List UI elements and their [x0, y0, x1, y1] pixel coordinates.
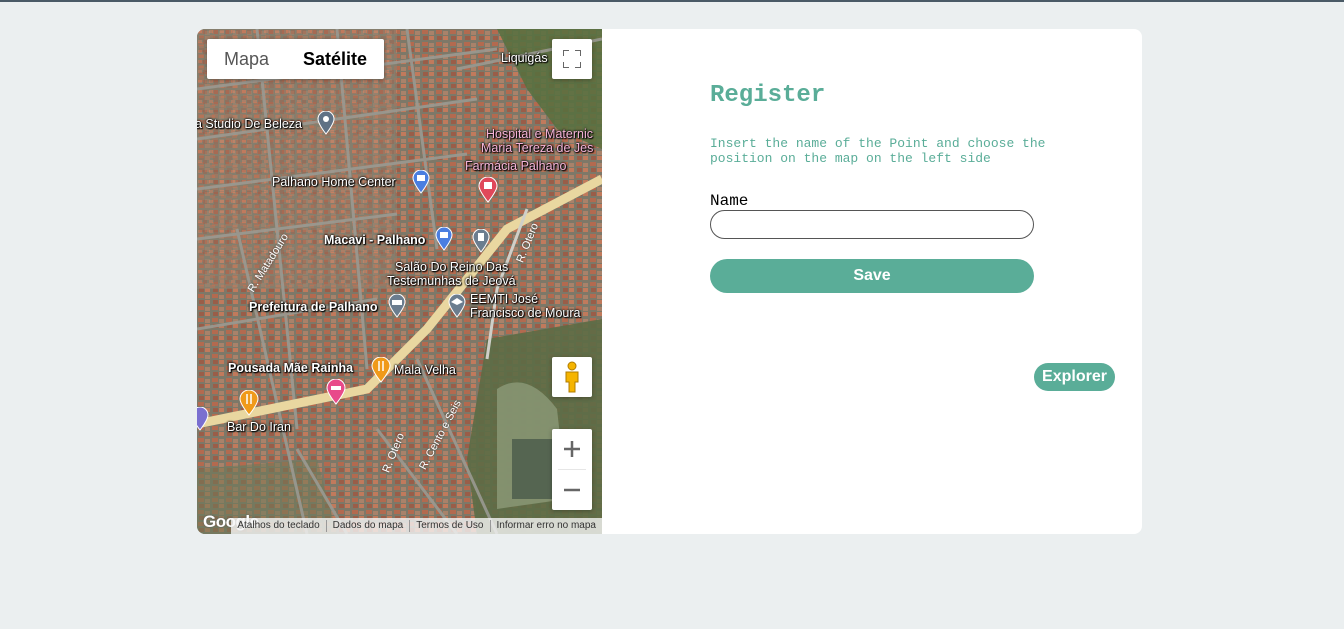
zoom-in-button[interactable]: [552, 429, 592, 469]
place-label[interactable]: Pousada Mãe Rainha: [228, 361, 353, 375]
map-type-satellite[interactable]: Satélite: [286, 39, 384, 79]
register-instructions: Insert the name of the Point and choose …: [710, 136, 1046, 166]
place-label[interactable]: Testemunhas de Jeová: [387, 274, 516, 288]
place-label[interactable]: Salão Do Reino Das: [395, 260, 508, 274]
save-button[interactable]: Save: [710, 259, 1034, 293]
place-label[interactable]: Francisco de Moura: [470, 306, 580, 320]
register-card: a Studio De Beleza Palhano Home Center M…: [197, 29, 1142, 534]
map-view[interactable]: a Studio De Beleza Palhano Home Center M…: [197, 29, 602, 534]
map-type-mapa[interactable]: Mapa: [207, 39, 286, 79]
fullscreen-icon: [563, 50, 581, 68]
restaurant-pin-icon[interactable]: [371, 357, 391, 383]
pegman-icon: [565, 361, 579, 393]
pharmacy-pin-icon[interactable]: [478, 177, 498, 203]
name-label: Name: [710, 192, 749, 210]
zoom-out-button[interactable]: [552, 470, 592, 510]
terms-link[interactable]: Termos de Uso: [409, 520, 489, 532]
shopping-pin-icon[interactable]: [435, 227, 453, 251]
map-footer-links: Atalhos do teclado Dados do mapa Termos …: [231, 518, 602, 534]
place-label[interactable]: Prefeitura de Palhano: [249, 300, 378, 314]
place-label[interactable]: Macavi - Palhano: [324, 233, 425, 247]
street-view-button[interactable]: [552, 357, 592, 397]
zoom-control: [552, 429, 592, 510]
school-pin-icon[interactable]: [448, 294, 466, 318]
place-label[interactable]: Hospital e Maternic: [486, 127, 593, 141]
place-label[interactable]: Farmácia Palhano: [465, 159, 566, 173]
shopping-pin-icon[interactable]: [412, 170, 430, 194]
page-title: Register: [710, 82, 826, 109]
map-data-link[interactable]: Dados do mapa: [325, 520, 410, 532]
keyboard-shortcuts-link[interactable]: Atalhos do teclado: [231, 520, 325, 532]
place-label[interactable]: a Studio De Beleza: [197, 117, 302, 131]
plus-icon: [564, 441, 580, 457]
restaurant-pin-icon[interactable]: [239, 390, 259, 416]
top-border: [0, 0, 1344, 2]
building-pin-icon[interactable]: [472, 229, 490, 253]
explorer-button[interactable]: Explorer: [1034, 363, 1115, 391]
report-error-link[interactable]: Informar erro no mapa: [489, 520, 603, 532]
name-input[interactable]: [710, 210, 1034, 239]
map-footer: Atalhos do teclado Dados do mapa Termos …: [197, 518, 602, 534]
place-label[interactable]: Liquigás: [501, 51, 548, 65]
government-pin-icon[interactable]: [388, 294, 406, 318]
place-label[interactable]: EEMTI José: [470, 292, 538, 306]
place-pin-icon[interactable]: [317, 111, 335, 135]
place-label[interactable]: Palhano Home Center: [272, 175, 396, 189]
minus-icon: [564, 488, 580, 492]
place-label[interactable]: Bar Do Iran: [227, 420, 291, 434]
place-pin-icon[interactable]: [197, 407, 209, 431]
fullscreen-button[interactable]: [552, 39, 592, 79]
map-type-control: Mapa Satélite: [207, 39, 385, 79]
place-label[interactable]: Mala Velha: [394, 363, 456, 377]
place-label[interactable]: Maria Tereza de Jes: [481, 141, 593, 155]
hotel-pin-icon[interactable]: [326, 379, 346, 405]
